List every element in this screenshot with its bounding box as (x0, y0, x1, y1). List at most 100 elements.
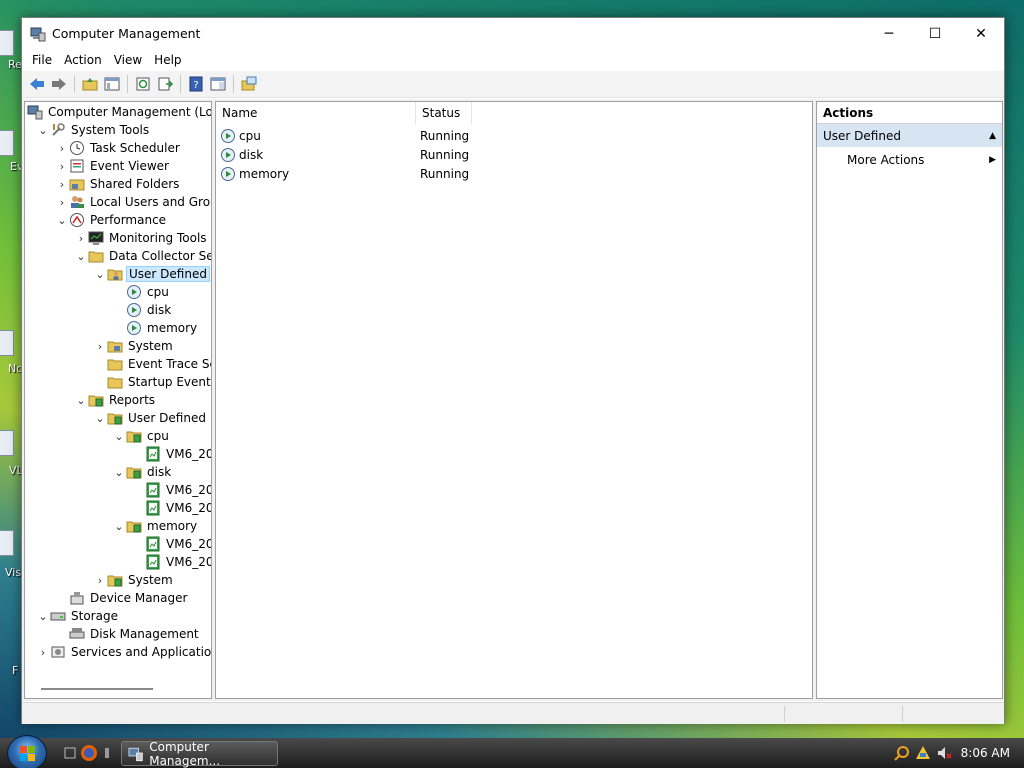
tree-item[interactable]: cpu (112, 283, 171, 301)
tree-item[interactable]: disk (112, 301, 173, 319)
tree-expander-icon[interactable]: › (55, 139, 69, 157)
tree-expander-icon[interactable]: ⌄ (93, 409, 107, 427)
tree-expander-icon[interactable]: ⌄ (112, 517, 126, 535)
tree-item[interactable]: Disk Management (55, 625, 201, 643)
new-window-button[interactable] (238, 73, 260, 95)
close-button[interactable]: ✕ (958, 18, 1004, 49)
tree-item[interactable]: Event Trace Sess (93, 355, 211, 373)
tree-expander-icon[interactable]: › (36, 643, 50, 661)
tree-expander-icon[interactable]: ⌄ (36, 607, 50, 625)
list-item[interactable]: cpu Running (220, 126, 480, 145)
switch-windows-icon[interactable] (100, 744, 118, 762)
tree-item[interactable]: ⌄ Reports (74, 391, 157, 409)
clock[interactable]: 8:06 AM (961, 746, 1010, 760)
tree-expander-icon[interactable]: ⌄ (55, 211, 69, 229)
back-button[interactable] (26, 73, 48, 95)
tree-item[interactable]: › Shared Folders (55, 175, 181, 193)
help-button[interactable]: ? (185, 73, 207, 95)
search-tray-icon[interactable] (893, 745, 910, 761)
tree-item[interactable]: › Task Scheduler (55, 139, 182, 157)
tree-expander-icon[interactable]: › (93, 571, 107, 589)
menu-help[interactable]: Help (148, 53, 187, 67)
tree-item[interactable]: ⌄ memory (112, 517, 199, 535)
refresh-button[interactable] (132, 73, 154, 95)
tree-item[interactable]: ⌄ User Defined (93, 265, 210, 283)
tree-item[interactable]: › Event Viewer (55, 157, 171, 175)
firefox-icon[interactable] (80, 744, 98, 762)
tree-item[interactable]: Device Manager (55, 589, 189, 607)
report-folder-icon (107, 572, 123, 588)
desktop-icon[interactable] (0, 430, 14, 456)
tree-expander-icon[interactable]: ⌄ (112, 427, 126, 445)
title-bar[interactable]: Computer Management ─ ☐ ✕ (22, 18, 1004, 49)
tree-expander-icon[interactable]: › (55, 175, 69, 193)
network-tray-icon[interactable] (915, 745, 931, 761)
submenu-arrow-icon: ▶ (989, 155, 996, 165)
tree-expander-icon[interactable]: ⌄ (74, 247, 88, 265)
report-icon (145, 554, 161, 570)
tree-item[interactable]: VM6_202 (131, 499, 211, 517)
tree-expander-icon[interactable]: ⌄ (93, 265, 107, 283)
desktop-icon[interactable] (0, 130, 14, 156)
tree-item[interactable]: VM6_202 (131, 481, 211, 499)
list-item[interactable]: memory Running (220, 164, 480, 183)
start-button[interactable] (7, 735, 47, 768)
tree-item[interactable]: ⌄ User Defined (93, 409, 208, 427)
tree-expander-icon[interactable]: › (93, 337, 107, 355)
horizontal-scrollbar[interactable] (41, 688, 153, 690)
minimize-button[interactable]: ─ (866, 18, 912, 49)
tree-item[interactable]: Computer Management (Local (27, 103, 211, 121)
tree-item[interactable]: › System (93, 337, 175, 355)
column-header-name[interactable]: Name (216, 102, 416, 124)
tree-item[interactable]: ⌄ System Tools (36, 121, 151, 139)
tree-item[interactable]: VM6_202 (131, 445, 211, 463)
desktop: Re Ev No VL Vis F Computer Management ─ … (0, 0, 1024, 738)
desktop-icon[interactable] (0, 330, 14, 356)
tree-item[interactable]: ⌄ Performance (55, 211, 168, 229)
minimize-icon: ─ (884, 25, 894, 42)
actions-section-user-defined[interactable]: User Defined ▲ (817, 124, 1002, 148)
tree-item[interactable]: ⌄ cpu (112, 427, 171, 445)
tree-expander-icon[interactable]: › (74, 229, 88, 247)
tree-item-label: VM6_202 (166, 537, 211, 551)
tree-expander-icon[interactable]: ⌄ (112, 463, 126, 481)
navigation-tree[interactable]: Computer Management (Local ⌄ System Tools ›… (24, 101, 212, 699)
list-item[interactable]: disk Running (220, 145, 480, 164)
properties-button[interactable] (207, 73, 229, 95)
collector-set-icon (220, 147, 236, 163)
desktop-icon[interactable] (0, 30, 14, 56)
tree-expander-icon[interactable]: › (55, 157, 69, 175)
tree-item[interactable]: › Services and Applications (36, 643, 211, 661)
tree-item[interactable]: › Local Users and Groups (55, 193, 211, 211)
taskbar-item-computer-management[interactable]: Computer Managem... (121, 740, 278, 768)
show-hide-tree-button[interactable] (101, 73, 123, 95)
menu-view[interactable]: View (108, 53, 148, 67)
tree-item[interactable]: VM6_202 (131, 535, 211, 553)
up-folder-button[interactable] (79, 73, 101, 95)
tree-expander-icon[interactable]: ⌄ (36, 121, 50, 139)
maximize-button[interactable]: ☐ (912, 18, 958, 49)
tree-item[interactable]: VM6_202 (131, 553, 211, 571)
tree-expander-icon[interactable]: › (55, 193, 69, 211)
collapse-icon: ▲ (989, 130, 996, 141)
list-item-name: memory (239, 166, 290, 181)
tree-item[interactable]: › Monitoring Tools (74, 229, 209, 247)
tree-item[interactable]: ⌄ Storage (36, 607, 120, 625)
tree-item[interactable]: ⌄ Data Collector Sets (74, 247, 211, 265)
desktop-icon[interactable] (0, 530, 14, 556)
up-folder-icon (82, 78, 98, 91)
tree-item[interactable]: ⌄ disk (112, 463, 173, 481)
tree-expander-icon[interactable]: ⌄ (74, 391, 88, 409)
tree-item[interactable]: › System (93, 571, 175, 589)
more-actions-item[interactable]: More Actions ▶ (817, 148, 1002, 172)
tree-item[interactable]: Startup Event Tra (93, 373, 211, 391)
show-desktop-icon[interactable] (62, 744, 80, 762)
menu-file[interactable]: File (26, 53, 58, 67)
tree-item[interactable]: memory (112, 319, 199, 337)
menu-action[interactable]: Action (58, 53, 108, 67)
forward-button[interactable] (48, 73, 70, 95)
export-list-button[interactable] (154, 73, 176, 95)
column-header-status[interactable]: Status (416, 102, 472, 124)
volume-muted-icon[interactable] (936, 745, 952, 761)
